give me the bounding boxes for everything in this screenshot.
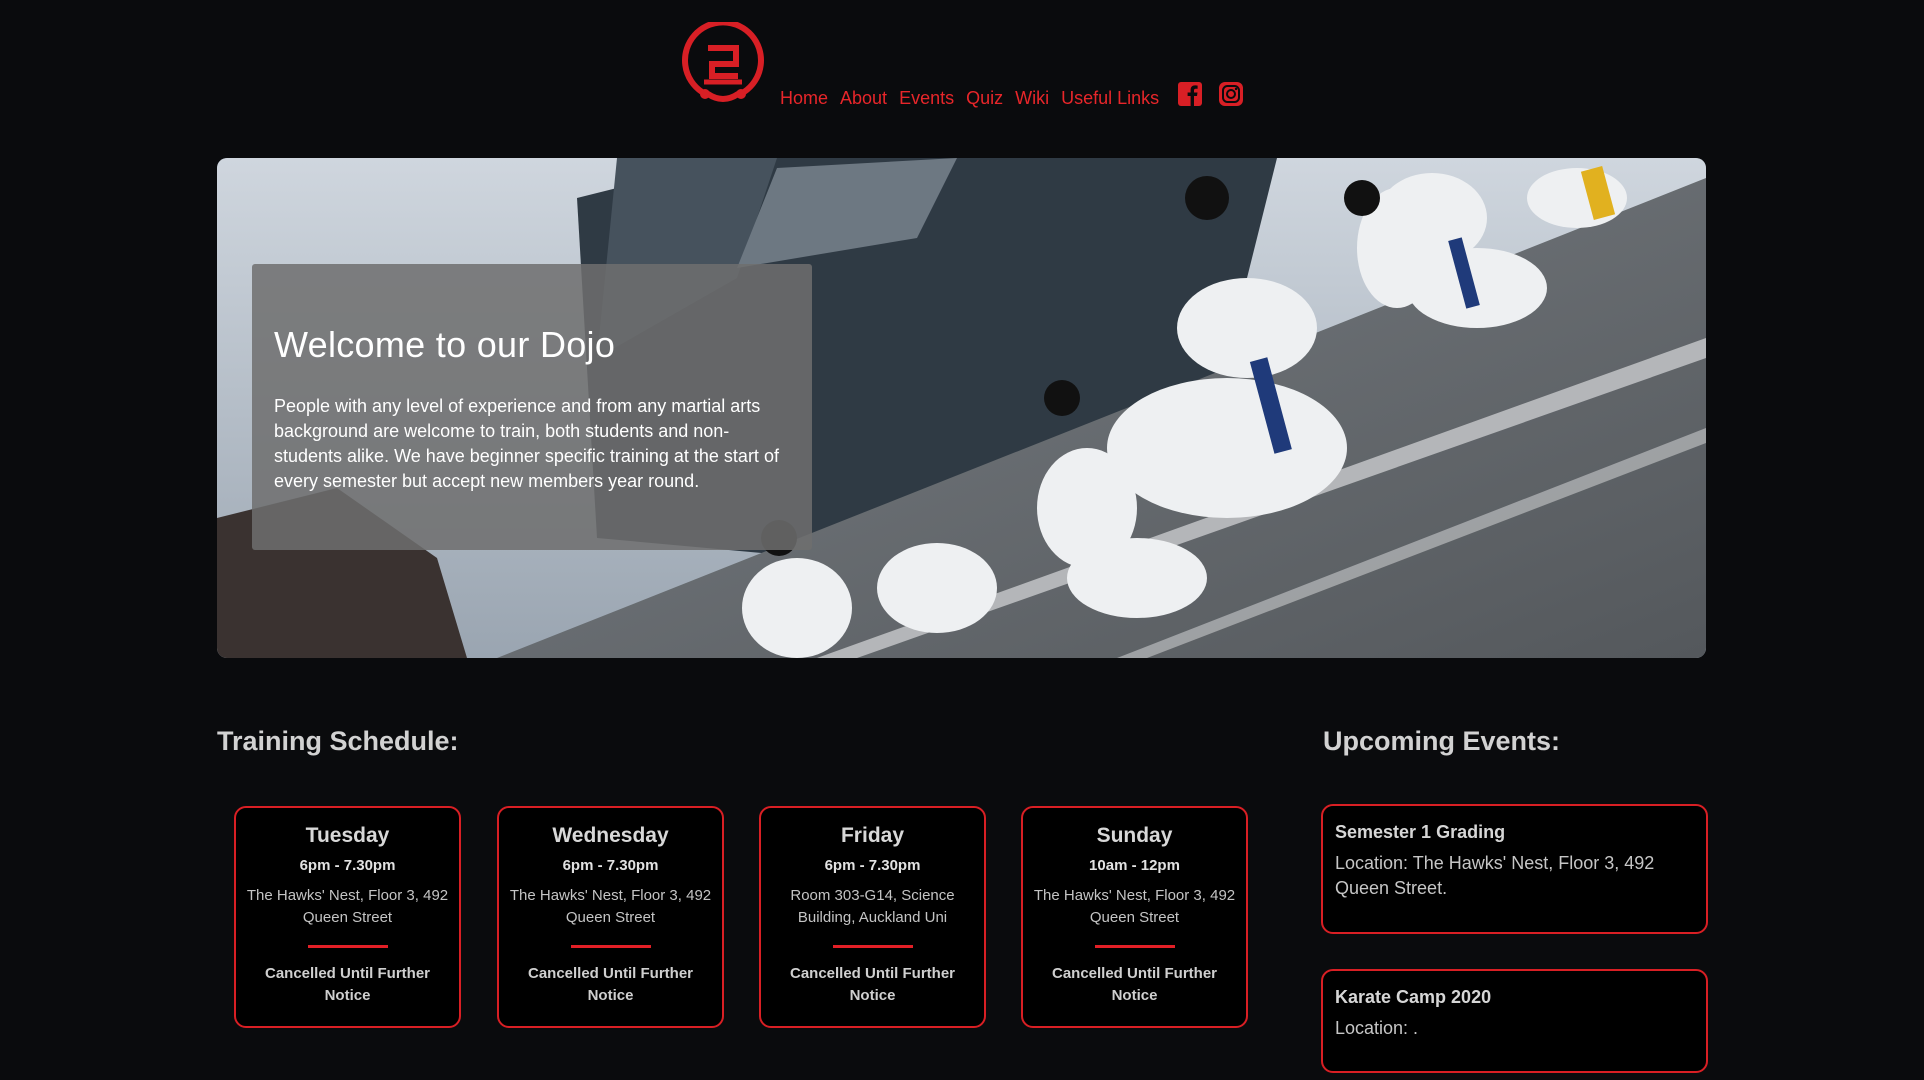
page: Home About Events Quiz Wiki Useful Links	[0, 0, 1924, 1080]
schedule-divider	[1094, 945, 1175, 948]
schedule-location: Room 303-G14, Science Building, Auckland…	[790, 887, 955, 926]
schedule-card: Friday 6pm - 7.30pm Room 303-G14, Scienc…	[759, 806, 986, 1028]
event-card[interactable]: Semester 1 Grading Location: The Hawks' …	[1321, 804, 1708, 934]
nav-events[interactable]: Events	[899, 88, 954, 109]
schedule-location: The Hawks' Nest, Floor 3, 492 Queen Stre…	[246, 887, 449, 926]
schedule-status: Cancelled Until Further Notice	[527, 965, 694, 1004]
schedule-location: The Hawks' Nest, Floor 3, 492 Queen Stre…	[509, 887, 712, 926]
event-location: Location: The Hawks' Nest, Floor 3, 492 …	[1335, 853, 1655, 898]
schedule-status: Cancelled Until Further Notice	[264, 965, 431, 1004]
event-title: Semester 1 Grading	[1335, 822, 1506, 842]
schedule-day: Friday	[840, 824, 905, 847]
schedule-day: Tuesday	[305, 824, 390, 847]
nav-home[interactable]: Home	[780, 88, 828, 109]
facebook-icon[interactable]	[1178, 82, 1202, 106]
main-nav: Home About Events Quiz Wiki Useful Links	[780, 88, 1159, 109]
event-location: Location: .	[1335, 1018, 1419, 1038]
event-title: Karate Camp 2020	[1335, 987, 1492, 1007]
schedule-divider	[832, 945, 913, 948]
schedule-location: The Hawks' Nest, Floor 3, 492 Queen Stre…	[1033, 887, 1236, 926]
hero-banner: Welcome to our Dojo People with any leve…	[217, 158, 1706, 658]
nav-wiki[interactable]: Wiki	[1015, 88, 1049, 109]
nav-useful-links[interactable]: Useful Links	[1061, 88, 1159, 109]
upcoming-events-title: Upcoming Events:	[1323, 726, 1561, 756]
hero-welcome-panel: Welcome to our Dojo People with any leve…	[252, 264, 812, 550]
schedule-day: Sunday	[1096, 824, 1173, 847]
schedule-day: Wednesday	[552, 824, 669, 847]
schedule-divider	[307, 945, 388, 948]
schedule-status: Cancelled Until Further Notice	[1051, 965, 1218, 1004]
nav-about[interactable]: About	[840, 88, 887, 109]
instagram-icon[interactable]	[1219, 82, 1243, 106]
schedule-time: 10am - 12pm	[1089, 857, 1180, 874]
schedule-card: Wednesday 6pm - 7.30pm The Hawks' Nest, …	[497, 806, 724, 1028]
dojo-logo-icon[interactable]	[678, 19, 768, 112]
schedule-time: 6pm - 7.30pm	[562, 857, 659, 874]
event-card[interactable]: Karate Camp 2020 Location: .	[1321, 969, 1708, 1073]
nav-quiz[interactable]: Quiz	[966, 88, 1003, 109]
schedule-divider	[570, 945, 651, 948]
schedule-status: Cancelled Until Further Notice	[789, 965, 956, 1004]
hero-title: Welcome to our Dojo	[274, 324, 616, 365]
training-schedule-title: Training Schedule:	[217, 726, 459, 756]
hero-text: People with any level of experience and …	[274, 396, 779, 491]
schedule-time: 6pm - 7.30pm	[824, 857, 921, 874]
schedule-card: Tuesday 6pm - 7.30pm The Hawks' Nest, Fl…	[234, 806, 461, 1028]
schedule-time: 6pm - 7.30pm	[299, 857, 396, 874]
schedule-card: Sunday 10am - 12pm The Hawks' Nest, Floo…	[1021, 806, 1248, 1028]
